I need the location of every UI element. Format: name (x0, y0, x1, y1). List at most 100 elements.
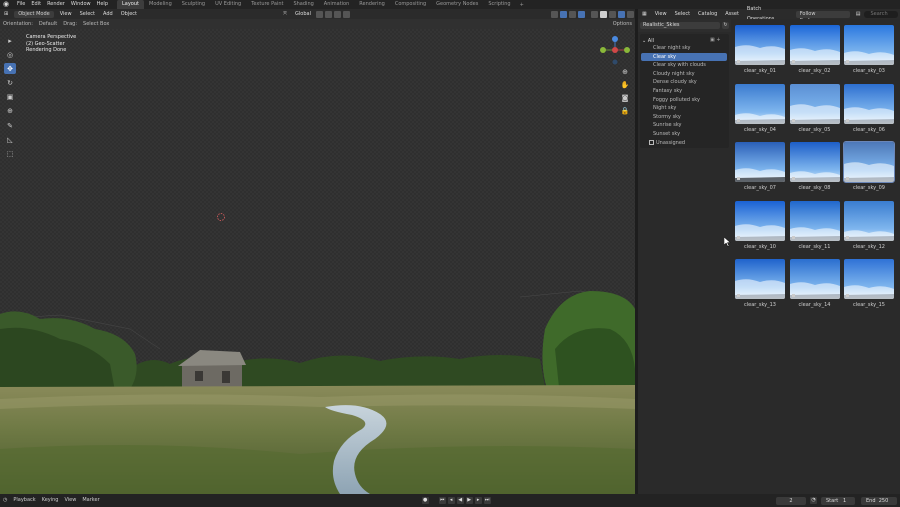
tab-layout[interactable]: Layout (117, 0, 144, 9)
jump-start-icon[interactable]: ⏮ (438, 497, 446, 504)
select-box-tool[interactable]: ▸ (4, 35, 16, 46)
tab-rendering[interactable]: Rendering (354, 0, 390, 9)
catalog-item[interactable]: Sunset sky (641, 130, 727, 139)
proportional-edit-icon[interactable] (342, 10, 350, 18)
asset-tile[interactable]: clear_sky_01 (734, 25, 786, 74)
tab-compositing[interactable]: Compositing (390, 0, 431, 9)
zoom-icon[interactable]: ⊕ (620, 67, 630, 77)
object-mode-dropdown[interactable]: Object Mode (14, 10, 54, 18)
transform-orientation-dropdown[interactable]: Global (291, 9, 315, 19)
catalog-item[interactable]: Foggy polluted sky (641, 96, 727, 105)
asset-tile[interactable]: clear_sky_04 (734, 83, 786, 133)
tab-uv-editing[interactable]: UV Editing (210, 0, 246, 9)
tab-shading[interactable]: Shading (288, 0, 318, 9)
gizmo-z-axis-icon[interactable] (612, 36, 618, 42)
asset-tile[interactable]: clear_sky_13 (734, 259, 786, 308)
catalog-tools-icons[interactable]: ▣ + (710, 37, 721, 43)
asset-tile[interactable]: clear_sky_08 (789, 142, 841, 191)
pan-hand-icon[interactable]: ✋ (620, 80, 630, 90)
library-dropdown[interactable]: Realistic_Skies (640, 22, 720, 29)
timeline-menu-keying[interactable]: Keying (39, 494, 62, 507)
tab-geometry-nodes[interactable]: Geometry Nodes (431, 0, 483, 9)
gizmo-x-axis-icon[interactable] (612, 47, 618, 53)
asset-tile[interactable]: clear_sky_11 (789, 200, 841, 250)
shading-solid-icon[interactable] (600, 10, 607, 18)
asset-menu-select[interactable]: Select (671, 9, 694, 19)
scale-tool[interactable]: ▣ (4, 91, 16, 102)
add-workspace-button[interactable]: + (516, 2, 528, 8)
timeline-menu-marker[interactable]: Marker (79, 494, 102, 507)
menu-window[interactable]: Window (68, 0, 94, 9)
navigation-gizmo[interactable] (597, 36, 633, 70)
catalog-item[interactable]: Stormy sky (641, 113, 727, 122)
catalog-item-unassigned[interactable]: Unassigned (641, 139, 727, 148)
asset-menu-view[interactable]: View (651, 9, 671, 19)
next-keyframe-icon[interactable]: ▸ (474, 497, 482, 504)
refresh-library-icon[interactable]: ↻ (722, 22, 729, 29)
viewport-menu-object[interactable]: Object (117, 9, 141, 19)
transform-tool[interactable]: ⊕ (4, 105, 16, 116)
record-icon[interactable]: ● (421, 497, 429, 504)
asset-menu-asset[interactable]: Asset (721, 9, 743, 19)
gizmo-y-axis-icon[interactable] (624, 47, 630, 53)
tab-scripting[interactable]: Scripting (483, 0, 515, 9)
catalog-item[interactable]: Sunrise sky (641, 121, 727, 130)
drag-dropdown[interactable]: Select Box (80, 19, 112, 29)
catalog-item[interactable]: Dense cloudy sky (641, 78, 727, 87)
viewport-menu-select[interactable]: Select (76, 9, 99, 19)
viewport-menu-view[interactable]: View (56, 9, 76, 19)
timeline-menu-view[interactable]: View (61, 494, 79, 507)
shading-rendered-icon[interactable] (618, 10, 625, 18)
catalog-item[interactable]: Clear night sky (641, 44, 727, 53)
camera-view-icon[interactable]: ◙ (620, 93, 630, 103)
pivot-icon[interactable] (315, 10, 323, 18)
editor-type-icon[interactable]: ⊞ (0, 9, 12, 19)
snap-target-icon[interactable] (333, 10, 341, 18)
current-frame-field[interactable]: 2 (776, 496, 806, 505)
add-cube-tool[interactable]: ⬚ (4, 148, 16, 159)
shading-wireframe-icon[interactable] (591, 10, 598, 18)
rotate-tool[interactable]: ↻ (4, 77, 16, 88)
asset-tile[interactable]: clear_sky_14 (789, 259, 841, 308)
measure-tool[interactable]: ◺ (4, 134, 16, 145)
shading-material-icon[interactable] (609, 10, 616, 18)
lock-icon[interactable]: 🔒 (620, 106, 630, 116)
catalog-item[interactable]: Clear sky with clouds (641, 61, 727, 70)
gizmo-neg-y-axis-icon[interactable] (600, 47, 606, 53)
asset-editor-type-icon[interactable]: ▦ (638, 9, 651, 19)
asset-tile[interactable]: clear_sky_12 (843, 200, 895, 250)
viewport-menu-add[interactable]: Add (99, 9, 117, 19)
asset-menu-catalog[interactable]: Catalog (694, 9, 721, 19)
tab-modeling[interactable]: Modeling (144, 0, 177, 9)
overlay-toggle-icon[interactable] (569, 10, 576, 18)
menu-render[interactable]: Render (44, 0, 68, 9)
orientation-dropdown[interactable]: Default (36, 19, 60, 29)
timeline-editor-icon[interactable]: ◷ (0, 494, 10, 507)
catalog-item[interactable]: Night sky (641, 104, 727, 113)
end-frame-field[interactable]: End 250 (861, 496, 897, 505)
display-mode-icon[interactable]: ▤ (852, 9, 865, 19)
menu-help[interactable]: Help (94, 0, 111, 9)
import-method-dropdown[interactable]: Follow Preferences (795, 10, 850, 24)
shading-options-icon[interactable] (627, 10, 634, 18)
xray-toggle-icon[interactable] (578, 10, 585, 18)
options-dropdown[interactable]: Options (610, 19, 635, 29)
catalog-item[interactable]: Fantasy sky (641, 87, 727, 96)
asset-tile[interactable]: clear_sky_05 (789, 83, 841, 133)
asset-tile[interactable]: clear_sky_10 (734, 200, 786, 250)
orientation-icon[interactable]: ⤧ (279, 9, 291, 19)
clock-icon[interactable]: ◔ (810, 497, 817, 504)
move-tool[interactable]: ✥ (4, 63, 16, 74)
prev-keyframe-icon[interactable]: ◂ (447, 497, 455, 504)
start-frame-field[interactable]: Start 1 (821, 496, 855, 505)
asset-search-input[interactable]: Search (864, 10, 899, 18)
tab-sculpting[interactable]: Sculpting (177, 0, 210, 9)
play-reverse-icon[interactable]: ◀ (456, 497, 464, 504)
gizmo-neg-z-axis-icon[interactable] (612, 59, 618, 65)
asset-tile[interactable]: clear_sky_06 (843, 83, 895, 133)
3d-viewport[interactable]: Camera Perspective (2) Geo-Scatter Rende… (0, 29, 635, 494)
asset-tile[interactable]: clear_sky_07 (734, 142, 786, 191)
menu-edit[interactable]: Edit (28, 0, 44, 9)
asset-tile[interactable]: clear_sky_09 (843, 141, 895, 191)
play-icon[interactable]: ▶ (465, 497, 473, 504)
